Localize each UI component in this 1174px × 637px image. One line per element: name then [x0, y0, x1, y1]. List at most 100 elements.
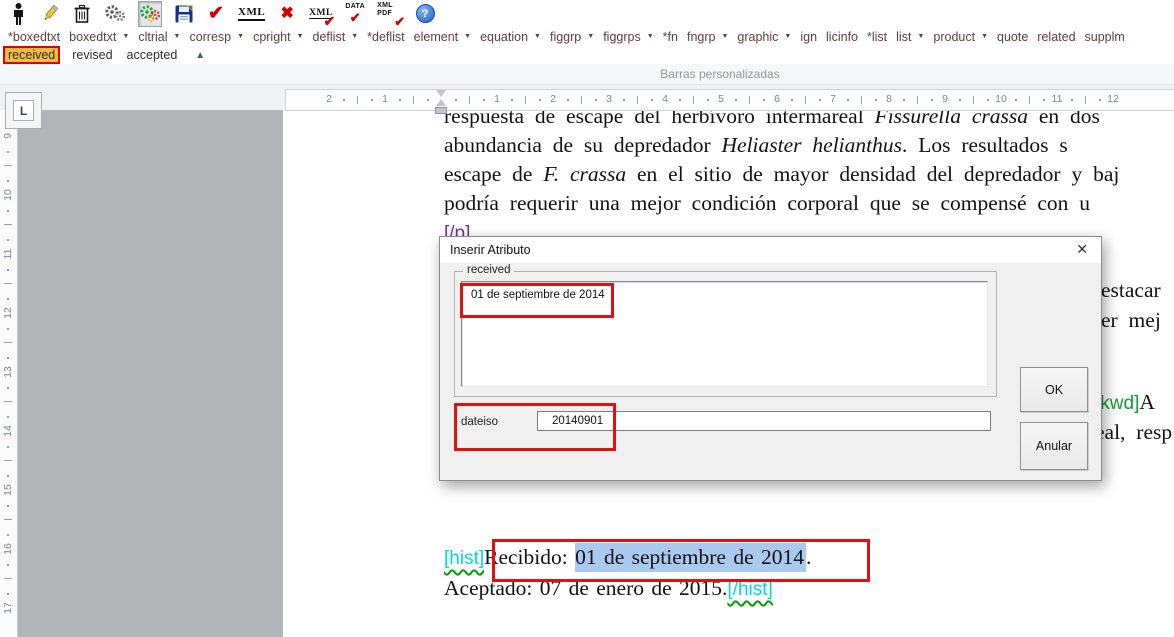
dropdown-arrow-icon[interactable]: ▼: [981, 33, 988, 40]
ruler-number: 1: [490, 93, 504, 105]
hanging-indent-marker[interactable]: [436, 99, 446, 106]
tag-button-received[interactable]: received: [3, 46, 60, 64]
ruler-tick: [357, 96, 358, 104]
ruler-tick: [651, 99, 653, 101]
insert-attribute-dialog: Inserir Atributo ✕ received 01 de septie…: [439, 236, 1102, 481]
gears-colored-icon[interactable]: [138, 1, 162, 27]
element-label: supplm: [1085, 30, 1125, 44]
trash-icon[interactable]: [72, 2, 92, 26]
element-button-boxedtxt[interactable]: boxedtxt ▼: [69, 30, 129, 44]
question-glyph: ?: [416, 4, 435, 23]
element-button-star-list[interactable]: *list: [867, 30, 887, 44]
ruler-tick: [861, 96, 862, 104]
ruler-number: 11: [1050, 93, 1064, 105]
element-label: corresp: [189, 30, 231, 44]
left-indent-marker[interactable]: [435, 107, 447, 114]
element-button-product[interactable]: product▼: [933, 30, 988, 44]
dropdown-arrow-icon[interactable]: ▼: [174, 33, 181, 40]
check-glyph: ✔: [350, 11, 361, 24]
dropdown-arrow-icon[interactable]: ▼: [587, 33, 594, 40]
ruler-tick: [693, 96, 694, 104]
ruler-tick: [7, 505, 9, 507]
ruler-number: 7: [826, 93, 840, 105]
groupbox-label: received: [463, 264, 514, 276]
element-button-list[interactable]: list ▼: [896, 30, 924, 44]
gears-icon[interactable]: [104, 2, 126, 26]
help-icon[interactable]: ?: [415, 2, 435, 26]
element-button-ign[interactable]: ign: [800, 30, 817, 44]
vertical-ruler[interactable]: 91011121314151617: [0, 110, 18, 637]
xml-pdf-check-icon[interactable]: XMLPDF✔: [377, 2, 403, 26]
ruler-tick: [4, 460, 12, 461]
element-button-corresp[interactable]: corresp ▼: [189, 30, 244, 44]
horizontal-ruler[interactable]: 21123456789101112: [285, 89, 1174, 111]
element-button-star-deflist[interactable]: *deflist: [367, 30, 405, 44]
annotation-box-history: [492, 539, 870, 582]
xml-icon[interactable]: XML: [238, 2, 265, 26]
element-button-cltrial[interactable]: cltrial▼: [138, 30, 180, 44]
element-button-related[interactable]: related: [1037, 30, 1075, 44]
element-label: boxedtxt: [69, 30, 116, 44]
collapse-arrow-icon[interactable]: ▲: [195, 50, 205, 61]
data-check-icon[interactable]: DATA✔: [345, 2, 365, 26]
ruler-tick: [7, 151, 9, 153]
ok-button[interactable]: OK: [1020, 367, 1088, 412]
tab-selector[interactable]: L: [5, 92, 42, 129]
text-fragment: eal, resp: [1095, 420, 1172, 445]
element-label: graphic: [737, 30, 778, 44]
close-icon[interactable]: ✕: [1076, 241, 1088, 258]
delete-x-icon[interactable]: ✖: [277, 2, 297, 26]
dropdown-arrow-icon[interactable]: ▼: [122, 33, 129, 40]
ruler-tick: [399, 99, 401, 101]
dialog-titlebar[interactable]: Inserir Atributo ✕: [440, 237, 1101, 263]
dropdown-arrow-icon[interactable]: ▼: [237, 33, 244, 40]
element-button-fngrp[interactable]: fngrp▼: [687, 30, 728, 44]
tag-button-accepted[interactable]: accepted: [125, 48, 180, 62]
paragraph-line: escape de F. crassa en el sitio de mayor…: [444, 162, 1119, 187]
tag-button-revised[interactable]: revised: [70, 48, 114, 62]
dropdown-arrow-icon[interactable]: ▼: [647, 33, 654, 40]
ruler-tick: [539, 99, 541, 101]
element-label: list: [896, 30, 911, 44]
dropdown-arrow-icon[interactable]: ▼: [534, 33, 541, 40]
xml-check-icon[interactable]: XML✔: [309, 2, 333, 26]
element-button-figgrps[interactable]: figgrps▼: [603, 30, 653, 44]
element-button-equation[interactable]: equation▼: [480, 30, 541, 44]
dropdown-arrow-icon[interactable]: ▼: [721, 33, 728, 40]
text-segment: podría requerir una mejor condición corp…: [444, 191, 1090, 215]
pencil-icon[interactable]: [40, 2, 60, 26]
text-fragment: ler mej: [1095, 308, 1161, 333]
dropdown-arrow-icon[interactable]: ▼: [351, 33, 358, 40]
element-button-star-fn[interactable]: *fn: [663, 30, 678, 44]
custom-bars-strip: Barras personalizadas: [0, 64, 1174, 85]
ruler-tick: [1099, 99, 1101, 101]
element-button-cpright[interactable]: cpright▼: [253, 30, 303, 44]
dropdown-arrow-icon[interactable]: ▼: [464, 33, 471, 40]
cancel-button[interactable]: Anular: [1020, 422, 1088, 470]
element-button-deflist[interactable]: deflist▼: [313, 30, 359, 44]
ruler-number: 11: [2, 246, 14, 262]
dropdown-arrow-icon[interactable]: ▼: [784, 33, 791, 40]
element-button-element[interactable]: element▼: [414, 30, 471, 44]
ruler-number: 12: [1106, 93, 1120, 105]
element-button-figgrp[interactable]: figgrp▼: [550, 30, 594, 44]
validate-check-icon[interactable]: ✔: [206, 2, 226, 26]
dropdown-arrow-icon[interactable]: ▼: [917, 33, 924, 40]
element-button-star-boxedtxt[interactable]: *boxedtxt: [8, 30, 60, 44]
person-icon[interactable]: [8, 2, 28, 26]
ruler-tick: [7, 239, 9, 241]
pdf-label: PDF: [377, 10, 392, 18]
ruler-tick: [1085, 96, 1086, 104]
dropdown-arrow-icon[interactable]: ▼: [297, 33, 304, 40]
ruler-tick: [7, 328, 9, 330]
ruler-tick: [1029, 96, 1030, 104]
element-button-quote[interactable]: quote: [997, 30, 1028, 44]
save-icon[interactable]: [174, 2, 194, 26]
ruler-tick: [7, 357, 9, 359]
element-label: quote: [997, 30, 1028, 44]
element-button-supplm[interactable]: supplm: [1085, 30, 1125, 44]
first-line-indent-marker[interactable]: [436, 90, 446, 97]
element-button-licinfo[interactable]: licinfo: [826, 30, 858, 44]
ruler-tick: [763, 99, 765, 101]
element-button-graphic[interactable]: graphic ▼: [737, 30, 791, 44]
